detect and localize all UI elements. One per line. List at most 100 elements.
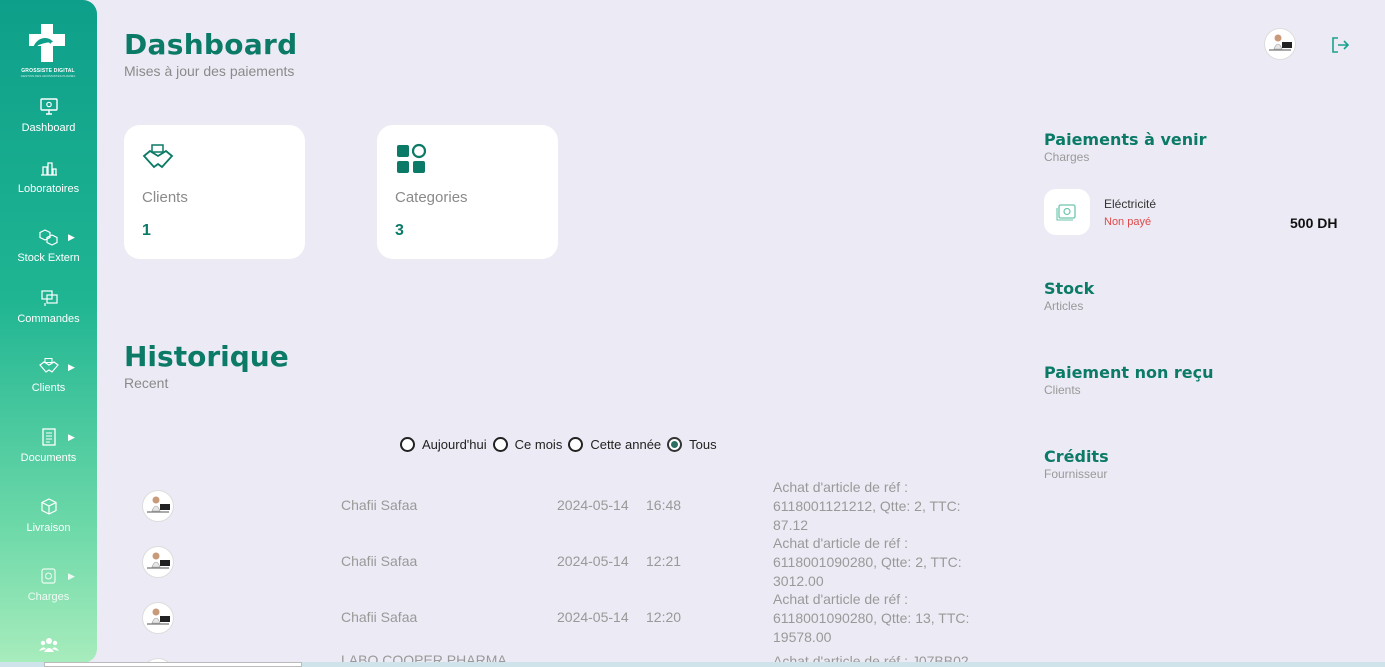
sidebar-item-dashboard[interactable]: Dashboard [0, 98, 97, 134]
payment-amount: 500 DH [1290, 215, 1338, 231]
page-subtitle: Mises à jour des paiements [124, 63, 295, 79]
row-name: Chafii Safaa [341, 553, 418, 569]
stat-card-clients[interactable]: Clients 1 [124, 125, 305, 259]
row-description: Achat d'article de réf : 6118001090280, … [773, 591, 970, 645]
chevron-right-icon[interactable]: ▶ [68, 232, 75, 243]
stock-subtitle: Articles [1044, 299, 1084, 313]
stat-label: Categories [395, 189, 468, 206]
payment-status: Non payé [1104, 216, 1152, 228]
boxes-icon [38, 229, 58, 246]
history-title: Historique [124, 340, 289, 373]
row-description: Achat d'article de réf : J07BB02 [773, 653, 969, 662]
row-time: 16:48 [646, 497, 682, 513]
filter-label: Ce mois [514, 437, 563, 452]
row-description: Achat d'article de réf : 6118001121212, … [773, 479, 961, 533]
history-filter-group: Aujourd'hui Ce mois Cette année Tous [400, 437, 723, 452]
sidebar-item-label: Clients [31, 382, 66, 394]
app-logo[interactable]: GROSSISTE DIGITAL GESTION DES GROSSISTES… [12, 22, 84, 80]
history-subtitle: Recent [124, 375, 169, 391]
page-title: Dashboard [124, 28, 298, 61]
sidebar-item-label: Charges [27, 591, 70, 603]
radio-button[interactable] [400, 437, 415, 452]
document-icon [41, 428, 56, 446]
sidebar-item-commandes[interactable]: Commandes [0, 289, 97, 325]
history-row[interactable]: Chafii Safaa 2024-05-14 12:21 Achat d'ar… [124, 534, 1004, 590]
radio-button[interactable] [492, 437, 508, 452]
history-row[interactable]: Chafii Safaa 2024-05-14 16:48 Achat d'ar… [124, 478, 1004, 534]
row-date: 2024-05-14 [557, 609, 629, 625]
money-icon [40, 568, 56, 584]
user-avatar-icon [1269, 34, 1292, 51]
sidebar-item-livraison[interactable]: Livraison [0, 498, 97, 534]
unpaid-title: Paiement non reçu [1044, 363, 1214, 382]
row-name: Chafii Safaa [341, 609, 418, 625]
categories-icon [397, 143, 427, 173]
money-icon [1056, 204, 1076, 221]
filter-label: Aujourd'hui [422, 437, 487, 452]
row-name: LABO COOPER PHARMA [341, 652, 507, 662]
sidebar-item-label: Dashboard [21, 122, 76, 134]
upcoming-payments-title: Paiements à venir [1044, 130, 1207, 149]
row-date: 2024-05-14 [557, 497, 629, 513]
radio-button[interactable] [568, 437, 584, 452]
stat-value: 3 [395, 222, 404, 239]
row-time: 12:21 [646, 553, 682, 569]
sidebar-item-label: Stock Extern [17, 252, 80, 264]
logo-cross-icon [29, 24, 65, 62]
credits-subtitle: Fournisseur [1044, 467, 1108, 481]
stat-value: 1 [142, 222, 151, 239]
sidebar-item-label: Documents [20, 452, 77, 464]
scrollbar-thumb[interactable] [44, 662, 302, 667]
sidebar: GROSSISTE DIGITAL GESTION DES GROSSISTES… [0, 0, 97, 663]
filter-label: Cette année [590, 437, 662, 452]
user-avatar-icon [147, 496, 170, 513]
row-date: 2024-05-14 [557, 553, 629, 569]
filter-today[interactable]: Aujourd'hui [400, 437, 487, 452]
unpaid-subtitle: Clients [1044, 383, 1081, 397]
stat-label: Clients [142, 189, 188, 206]
handshake-icon [142, 144, 174, 169]
user-avatar-icon [147, 552, 170, 569]
row-time: 12:20 [646, 609, 682, 625]
row-description: Achat d'article de réf : 6118001090280, … [773, 535, 962, 589]
sidebar-item-label: Loboratoires [17, 183, 80, 195]
credits-title: Crédits [1044, 447, 1109, 466]
sidebar-item-charges[interactable]: ▶ Charges [0, 567, 97, 603]
chevron-right-icon[interactable]: ▶ [68, 571, 75, 582]
sidebar-item-label: Commandes [17, 313, 80, 325]
sidebar-item-laboratoires[interactable]: Loboratoires [0, 159, 97, 195]
filter-all[interactable]: Tous [667, 437, 717, 452]
avatar [142, 546, 174, 578]
filter-label: Tous [689, 437, 717, 452]
history-row[interactable]: Chafii Safaa 2024-05-14 12:20 Achat d'ar… [124, 590, 1004, 646]
users-icon [38, 638, 59, 652]
stat-card-categories[interactable]: Categories 3 [377, 125, 558, 259]
payment-item-icon [1044, 189, 1090, 235]
user-avatar-icon [147, 608, 170, 625]
avatar [142, 490, 174, 522]
orders-icon [40, 290, 58, 306]
avatar [142, 602, 174, 634]
sidebar-item-clients[interactable]: ▶ Clients [0, 358, 97, 394]
upcoming-payments-subtitle: Charges [1044, 150, 1090, 164]
filter-this-year[interactable]: Cette année [568, 437, 661, 452]
stock-title: Stock [1044, 279, 1095, 298]
delivery-icon [40, 498, 57, 515]
sidebar-item-documents[interactable]: ▶ Documents [0, 428, 97, 464]
sidebar-item-label: Livraison [26, 522, 71, 534]
monitor-icon [39, 98, 58, 115]
logout-icon[interactable] [1330, 35, 1350, 55]
filter-this-month[interactable]: Ce mois [492, 437, 563, 452]
sidebar-item-stock-extern[interactable]: ▶ Stock Extern [0, 228, 97, 264]
sidebar-item-users[interactable] [0, 636, 97, 660]
brand-tagline: GESTION DES GROSSISTES PHARMA [20, 74, 76, 78]
row-name: Chafii Safaa [341, 497, 418, 513]
handshake-icon [38, 358, 59, 373]
payment-name: Eléctricité [1104, 197, 1157, 211]
laboratory-icon [40, 162, 57, 176]
radio-button-selected[interactable] [667, 437, 683, 452]
chevron-right-icon[interactable]: ▶ [68, 362, 75, 373]
history-row[interactable]: LABO COOPER PHARMA Achat d'article de ré… [124, 646, 1004, 662]
avatar[interactable] [1264, 28, 1296, 60]
chevron-right-icon[interactable]: ▶ [68, 432, 75, 443]
